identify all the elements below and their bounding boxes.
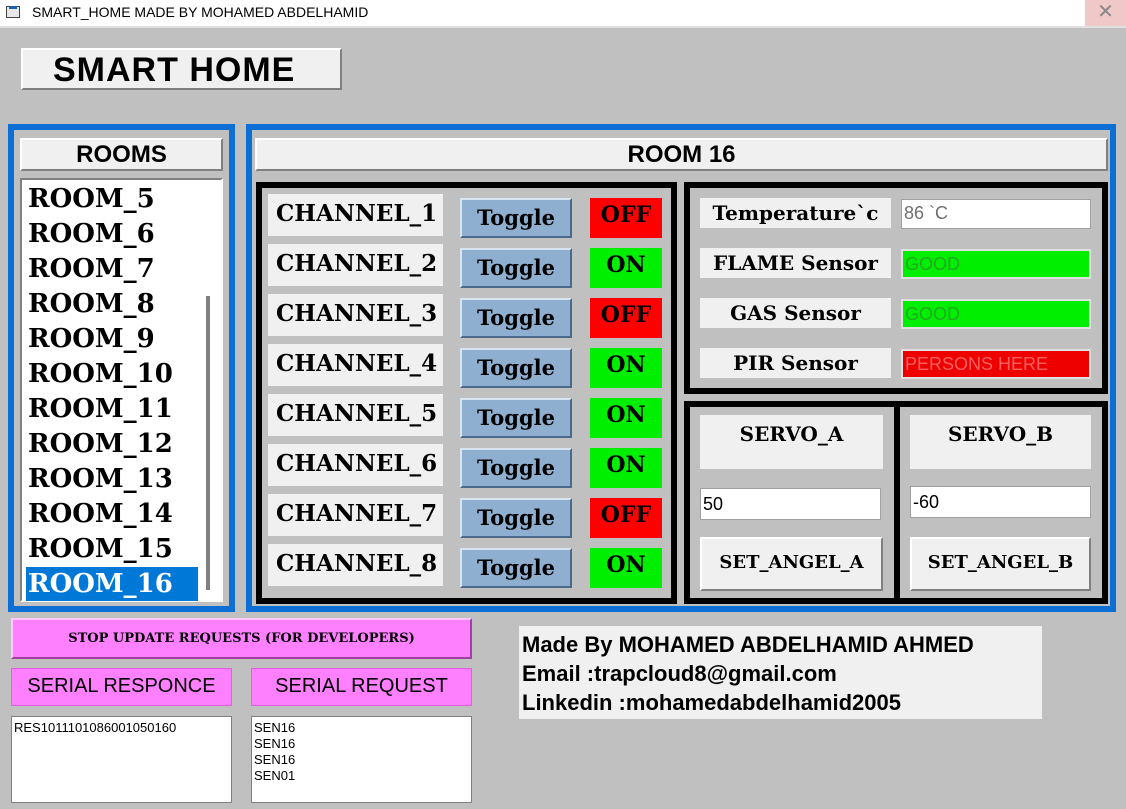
channel-state-indicator: OFF: [590, 298, 662, 338]
room-list-item[interactable]: ROOM_15: [26, 532, 173, 566]
channel-toggle-button[interactable]: Toggle: [460, 198, 572, 238]
room-list-item[interactable]: ROOM_11: [26, 392, 173, 426]
app-title: SMART HOME: [21, 48, 342, 90]
channel-toggle-button[interactable]: Toggle: [460, 448, 572, 488]
serial-response-box[interactable]: RES1011101086001050160: [11, 716, 232, 803]
channel-toggle-button[interactable]: Toggle: [460, 248, 572, 288]
room-list-item[interactable]: ROOM_7: [26, 252, 155, 286]
serial-response-label: SERIAL RESPONCE: [11, 668, 232, 706]
room-list-item[interactable]: ROOM_6: [26, 217, 155, 251]
room-list-item[interactable]: ROOM_10: [26, 357, 173, 391]
servo-b-label: SERVO_B: [910, 415, 1091, 469]
window-title: SMART_HOME MADE BY MOHAMED ABDELHAMID: [32, 4, 369, 20]
channel-label: CHANNEL_4: [268, 344, 443, 386]
title-divider: [0, 26, 1126, 28]
channel-label: CHANNEL_5: [268, 394, 443, 436]
channel-label: CHANNEL_1: [268, 194, 443, 236]
app-window-icon: [6, 6, 20, 18]
room-list-item[interactable]: ROOM_5: [26, 182, 155, 216]
room-heading: ROOM 16: [255, 138, 1108, 171]
sensor-value-field: PERSONS HERE: [901, 349, 1091, 379]
credits-panel: Made By MOHAMED ABDELHAMID AHMED Email :…: [519, 626, 1042, 719]
room-list-item[interactable]: ROOM_14: [26, 497, 173, 531]
sensor-label: Temperature`c: [700, 198, 891, 228]
credits-linkedin: Linkedin :mohamedabdelhamid2005: [522, 690, 901, 715]
room-list-item[interactable]: ROOM_13: [26, 462, 173, 496]
servo-a-angle-input[interactable]: 50: [700, 488, 881, 520]
sensor-value-field: GOOD: [901, 249, 1091, 279]
channel-label: CHANNEL_8: [268, 544, 443, 586]
channel-toggle-button[interactable]: Toggle: [460, 348, 572, 388]
set-angle-b-button[interactable]: SET_ANGEL_B: [910, 537, 1091, 591]
channel-toggle-button[interactable]: Toggle: [460, 498, 572, 538]
channel-label: CHANNEL_7: [268, 494, 443, 536]
channel-state-indicator: ON: [590, 548, 662, 588]
credits-author: Made By MOHAMED ABDELHAMID AHMED: [522, 632, 974, 657]
channel-state-indicator: ON: [590, 398, 662, 438]
serial-request-box[interactable]: SEN16 SEN16 SEN16 SEN01: [251, 716, 472, 803]
sensor-label: FLAME Sensor: [700, 248, 891, 278]
servo-a-label: SERVO_A: [700, 415, 883, 469]
sensor-label: GAS Sensor: [700, 298, 891, 328]
credits-email: Email :trapcloud8@gmail.com: [522, 661, 837, 686]
channel-toggle-button[interactable]: Toggle: [460, 298, 572, 338]
room-list-scrollbar[interactable]: [206, 296, 210, 590]
channel-label: CHANNEL_2: [268, 244, 443, 286]
channel-state-indicator: ON: [590, 348, 662, 388]
sensor-value-field: GOOD: [901, 299, 1091, 329]
room-list[interactable]: ROOM_5 ROOM_6 ROOM_7 ROOM_8 ROOM_9 ROOM_10 ROO…: [20, 178, 223, 602]
sensor-value-field: 86 `C: [901, 199, 1091, 229]
close-icon[interactable]: ✕: [1085, 0, 1126, 26]
title-bar: SMART_HOME MADE BY MOHAMED ABDELHAMID: [0, 0, 1126, 26]
channel-toggle-button[interactable]: Toggle: [460, 398, 572, 438]
room-list-item[interactable]: ROOM_8: [26, 287, 155, 321]
room-list-item[interactable]: ROOM_12: [26, 427, 173, 461]
channel-label: CHANNEL_6: [268, 444, 443, 486]
channel-label: CHANNEL_3: [268, 294, 443, 336]
stop-update-requests-button[interactable]: STOP UPDATE REQUESTS (FOR DEVELOPERS): [11, 618, 472, 659]
room-list-item[interactable]: ROOM_16: [26, 567, 198, 601]
rooms-heading: ROOMS: [20, 138, 223, 171]
room-list-item[interactable]: ROOM_9: [26, 322, 155, 356]
channel-state-indicator: OFF: [590, 498, 662, 538]
set-angle-a-button[interactable]: SET_ANGEL_A: [700, 537, 883, 591]
serial-request-label: SERIAL REQUEST: [251, 668, 472, 706]
sensor-label: PIR Sensor: [700, 348, 891, 378]
channel-state-indicator: ON: [590, 448, 662, 488]
channel-state-indicator: OFF: [590, 198, 662, 238]
channel-state-indicator: ON: [590, 248, 662, 288]
channel-toggle-button[interactable]: Toggle: [460, 548, 572, 588]
servo-b-angle-input[interactable]: -60: [910, 486, 1091, 518]
